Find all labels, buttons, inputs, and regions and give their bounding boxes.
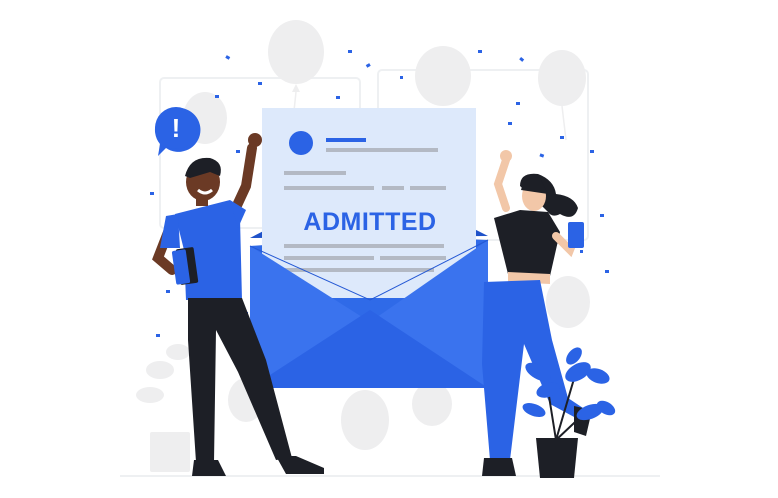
admission-letter: ADMITTED <box>262 108 476 298</box>
alert-badge-symbol: ! <box>172 113 181 143</box>
admitted-headline: ADMITTED <box>303 208 436 236</box>
background-plant <box>136 344 190 472</box>
illustration-scene: ! ADMITTED <box>0 0 778 498</box>
admission-illustration: ! ADMITTED <box>120 20 660 478</box>
avatar-dot-icon <box>289 131 313 155</box>
book-icon <box>568 222 584 248</box>
alert-badge-icon: ! <box>154 107 201 156</box>
